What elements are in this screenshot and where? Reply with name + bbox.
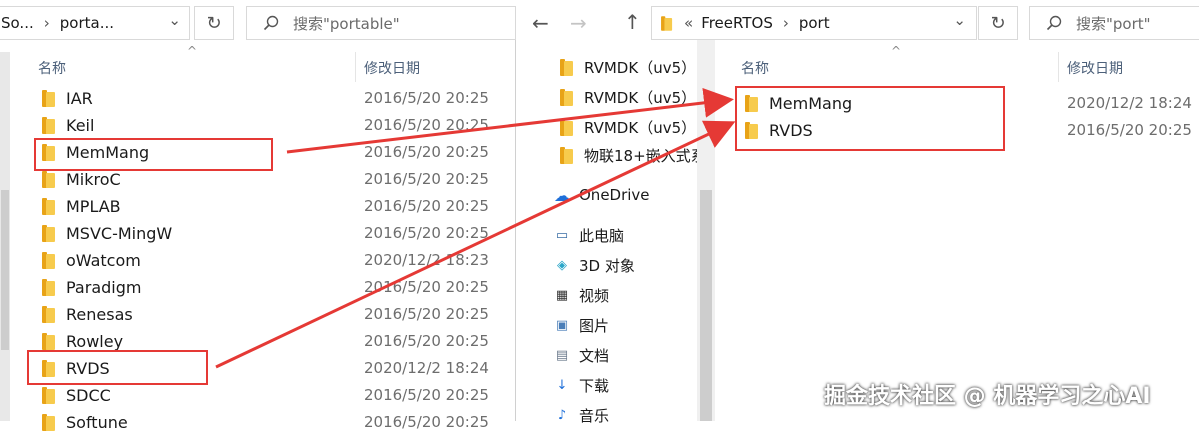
arrow-rvds (215, 120, 736, 369)
arrow-memmang (286, 87, 734, 154)
annotation-arrows (215, 87, 736, 369)
watermark-text: 掘金技术社区 @ 机器学习之心AI (824, 384, 1151, 409)
